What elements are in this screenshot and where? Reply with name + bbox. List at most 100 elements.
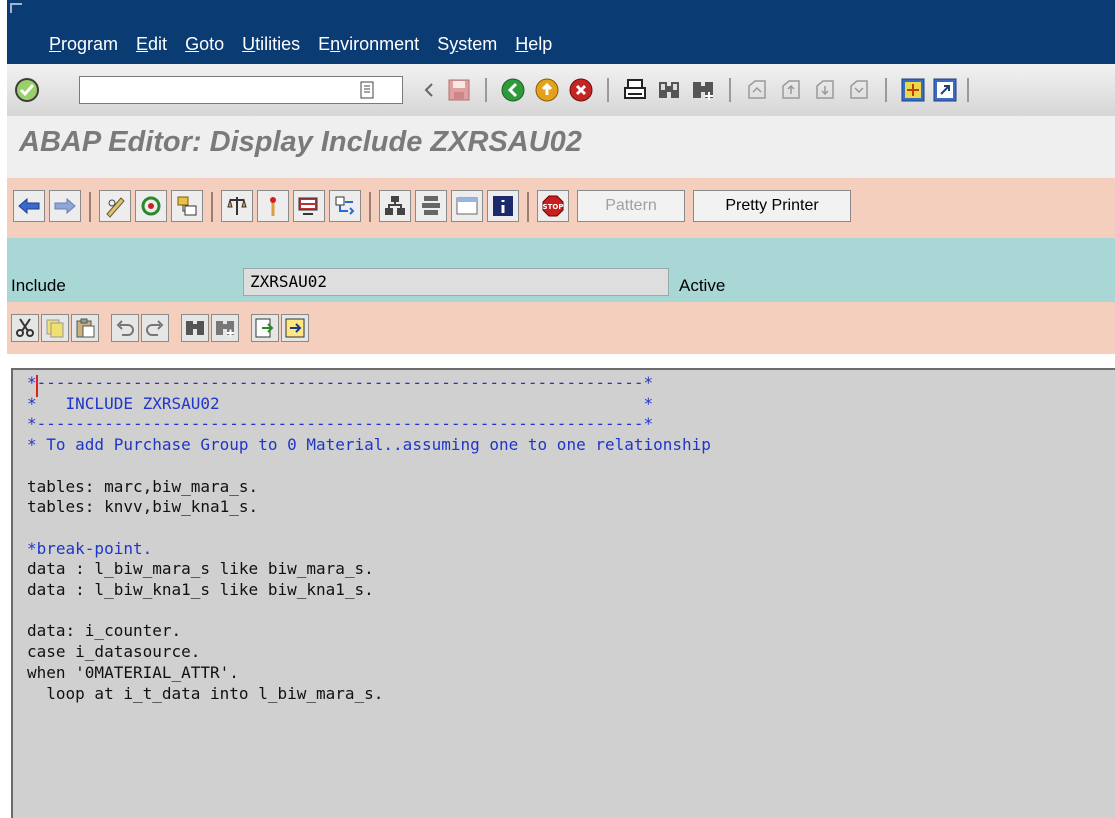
first-page-icon[interactable] bbox=[741, 74, 773, 106]
menu-item[interactable]: Help bbox=[515, 34, 552, 55]
arrow-left-icon bbox=[18, 197, 40, 215]
enter-check-icon[interactable] bbox=[11, 74, 43, 106]
check-syntax-button[interactable] bbox=[221, 190, 253, 222]
arrow-right-icon bbox=[54, 197, 76, 215]
information-button[interactable] bbox=[487, 190, 519, 222]
print-icon[interactable] bbox=[619, 74, 651, 106]
activate-button[interactable] bbox=[257, 190, 289, 222]
menu-items: Program Edit Goto Utilities Environment Syste… bbox=[49, 34, 570, 55]
monitor-icon bbox=[298, 197, 318, 215]
code-line: *break-point. bbox=[27, 538, 153, 558]
stack-icon bbox=[422, 196, 440, 215]
cancel-icon[interactable] bbox=[565, 74, 597, 106]
active-inactive-button[interactable] bbox=[135, 190, 167, 222]
system-toolbar bbox=[7, 64, 1115, 117]
include-name-field[interactable]: ZXRSAU02 bbox=[243, 268, 669, 296]
export-icon bbox=[285, 318, 305, 338]
menu-item[interactable]: Program bbox=[49, 34, 118, 55]
navigation-window-button[interactable] bbox=[415, 190, 447, 222]
object-list-button[interactable] bbox=[379, 190, 411, 222]
create-session-icon[interactable] bbox=[897, 74, 929, 106]
menu-item[interactable]: System bbox=[437, 34, 497, 55]
code-line: when '0MATERIAL_ATTR'. bbox=[27, 662, 239, 682]
where-used-list-icon bbox=[335, 196, 355, 215]
include-row: Include ZXRSAU02 Active bbox=[7, 238, 1115, 302]
next-page-icon[interactable] bbox=[809, 74, 841, 106]
export-button[interactable] bbox=[281, 314, 309, 342]
hierarchy-icon bbox=[385, 196, 405, 215]
previous-page-icon[interactable] bbox=[775, 74, 807, 106]
scales-icon bbox=[227, 197, 247, 215]
forward-arrow-button[interactable] bbox=[49, 190, 81, 222]
copy-button[interactable] bbox=[41, 314, 69, 342]
enhancement-button[interactable] bbox=[451, 190, 483, 222]
source-code[interactable]: *---------------------------------------… bbox=[27, 373, 711, 704]
scissors-icon bbox=[16, 318, 34, 337]
status-text: Active bbox=[679, 276, 726, 295]
binoculars-next-icon bbox=[216, 321, 234, 337]
display-change-button[interactable] bbox=[99, 190, 131, 222]
insert-icon bbox=[255, 318, 274, 338]
clipboard-icon bbox=[76, 318, 95, 338]
include-label: Include bbox=[11, 276, 66, 295]
menu-bar: Program Edit Goto Utilities Environment Syste… bbox=[7, 0, 1115, 64]
code-area[interactable]: *---------------------------------------… bbox=[11, 368, 1115, 818]
exit-icon[interactable] bbox=[531, 74, 563, 106]
object-tree-icon bbox=[177, 196, 197, 216]
menu-item[interactable]: Goto bbox=[185, 34, 224, 55]
code-line: case i_datasource. bbox=[27, 642, 201, 662]
paste-button[interactable] bbox=[71, 314, 99, 342]
title-bar: ABAP Editor: Display Include ZXRSAU02 bbox=[7, 116, 1115, 178]
code-line: data : l_biw_kna1_s like biw_kna1_s. bbox=[27, 580, 374, 599]
code-line: *---------------------------------------… bbox=[27, 414, 654, 434]
last-page-icon[interactable] bbox=[843, 74, 875, 106]
code-line: loop at i_t_data into l_biw_mara_s. bbox=[27, 683, 384, 703]
code-line: * To add Purchase Group to 0 Material..a… bbox=[27, 435, 711, 455]
find-next-icon[interactable] bbox=[687, 74, 719, 106]
test-button[interactable] bbox=[293, 190, 325, 222]
window-menu-icon[interactable] bbox=[10, 3, 22, 13]
where-used-button[interactable] bbox=[329, 190, 361, 222]
page-title: ABAP Editor: Display Include ZXRSAU02 bbox=[19, 126, 582, 158]
menu-item[interactable]: Utilities bbox=[242, 34, 300, 55]
breakpoint-button[interactable]: STOP bbox=[537, 190, 569, 222]
code-line: tables: marc,biw_mara_s. bbox=[27, 476, 259, 496]
cycle-icon bbox=[141, 196, 161, 216]
binoculars-icon bbox=[186, 321, 204, 335]
editor-find-next-button[interactable] bbox=[211, 314, 239, 342]
code-line: * INCLUDE ZXRSAU02 * bbox=[27, 393, 654, 413]
menu-item[interactable]: Edit bbox=[136, 34, 167, 55]
editor-toolbar bbox=[7, 302, 1115, 354]
find-icon[interactable] bbox=[653, 74, 685, 106]
svg-text:STOP: STOP bbox=[543, 203, 564, 211]
generate-shortcut-icon[interactable] bbox=[929, 74, 961, 106]
info-icon bbox=[493, 196, 513, 216]
editor-find-button[interactable] bbox=[181, 314, 209, 342]
collapse-arrow-icon[interactable] bbox=[413, 74, 445, 106]
code-line: data : l_biw_mara_s like biw_mara_s. bbox=[27, 559, 374, 579]
pencil-glasses-icon bbox=[106, 197, 125, 218]
save-icon[interactable] bbox=[443, 74, 475, 106]
undo-button[interactable] bbox=[111, 314, 139, 342]
redo-button[interactable] bbox=[141, 314, 169, 342]
code-line: tables: knvv,biw_kna1_s. bbox=[27, 497, 259, 517]
command-history-icon[interactable] bbox=[351, 74, 383, 106]
matchstick-icon bbox=[270, 197, 276, 216]
menu-item[interactable]: Environment bbox=[318, 34, 419, 55]
stop-sign-icon: STOP bbox=[542, 195, 564, 217]
cut-button[interactable] bbox=[11, 314, 39, 342]
pattern-button[interactable]: Pattern bbox=[577, 190, 685, 222]
back-icon[interactable] bbox=[497, 74, 529, 106]
undo-icon bbox=[116, 320, 134, 336]
other-object-button[interactable] bbox=[171, 190, 203, 222]
code-line: data: i_counter. bbox=[27, 621, 182, 641]
window-icon bbox=[456, 197, 478, 215]
code-editor: *---------------------------------------… bbox=[7, 354, 1115, 818]
sap-gui-window: Program Edit Goto Utilities Environment Syste… bbox=[7, 0, 1115, 818]
insert-line-button[interactable] bbox=[251, 314, 279, 342]
redo-icon bbox=[146, 320, 164, 336]
back-arrow-button[interactable] bbox=[13, 190, 45, 222]
pretty-printer-button[interactable]: Pretty Printer bbox=[693, 190, 851, 222]
